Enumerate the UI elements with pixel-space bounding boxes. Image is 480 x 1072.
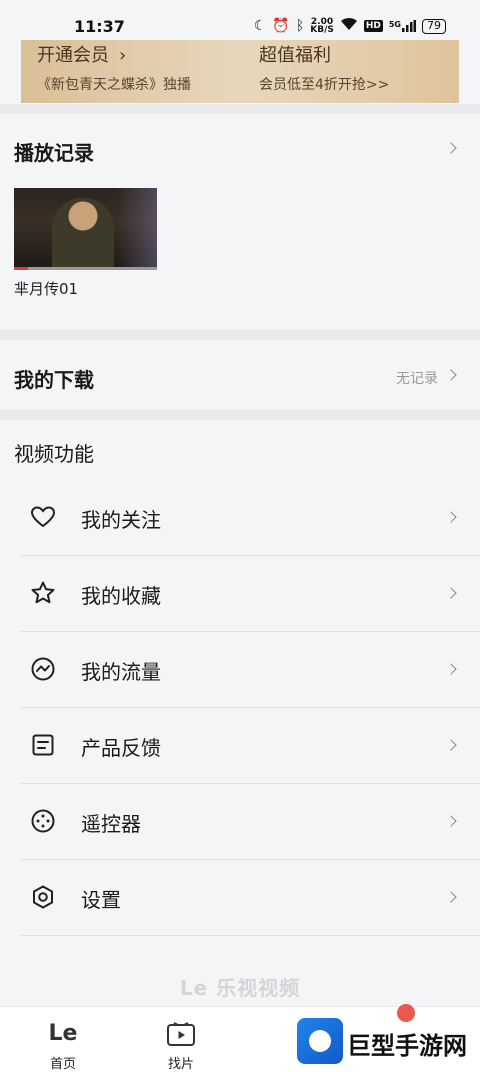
alarm-icon: ⏰	[272, 18, 290, 34]
history-item-label[interactable]: 芈月传01	[14, 278, 78, 299]
tab-find-film[interactable]: 找片	[133, 1007, 229, 1072]
bluetooth-icon: ᛒ	[295, 18, 305, 34]
section-divider	[0, 330, 480, 340]
functions-title: 视频功能	[14, 442, 94, 466]
tab-home[interactable]: Le 首页	[15, 1007, 111, 1072]
tab-label: 找片	[167, 1057, 194, 1072]
feedback-icon	[30, 732, 56, 758]
chevron-right-icon	[445, 739, 457, 751]
status-bar: 11:37 ☾ ⏰ ᛒ 2.00 KB/S HD 5G 79	[0, 0, 480, 40]
history-title[interactable]: 播放记录	[14, 137, 94, 166]
status-icons: ☾ ⏰ ᛒ 2.00 KB/S HD 5G 79	[254, 17, 446, 35]
remote-icon	[30, 808, 56, 834]
downloads-title[interactable]: 我的下载	[14, 364, 94, 393]
chevron-right-icon	[445, 511, 457, 523]
chevron-right-icon	[445, 891, 457, 903]
moon-icon: ☾	[253, 18, 267, 34]
menu-item-label: 我的关注	[81, 508, 161, 532]
signal-icon: 5G	[389, 20, 416, 32]
menu-item-favorites[interactable]: 我的收藏	[21, 556, 480, 632]
chevron-right-icon	[445, 815, 457, 827]
vip-benefits-subtitle: 会员低至4折开抢>>	[259, 77, 390, 93]
vip-join-title: 开通会员 ›	[37, 45, 127, 66]
history-item-thumbnail[interactable]	[14, 188, 157, 270]
brand-logo-icon	[297, 1018, 343, 1064]
chevron-right-icon	[445, 663, 457, 675]
section-divider	[0, 104, 480, 114]
vip-banner[interactable]: 开通会员 › 《新包青天之蝶杀》独播 超值福利 会员低至4折开抢>>	[21, 40, 459, 103]
wifi-icon	[340, 17, 358, 35]
star-icon	[30, 580, 56, 606]
le-logo-icon: Le	[48, 1021, 78, 1046]
menu-item-feedback[interactable]: 产品反馈	[21, 708, 480, 784]
menu-item-label: 我的收藏	[81, 584, 161, 608]
net-speed-unit: KB/S	[310, 25, 334, 35]
menu-item-label: 产品反馈	[81, 736, 161, 760]
history-progress-bar	[14, 267, 157, 270]
history-progress-fill	[14, 267, 29, 270]
menu-item-label: 我的流量	[81, 660, 161, 684]
menu-item-traffic[interactable]: 我的流量	[21, 632, 480, 708]
notification-dot	[397, 1004, 415, 1022]
menu-item-follow[interactable]: 我的关注	[21, 480, 480, 556]
downloads-status: 无记录	[396, 371, 438, 387]
menu-item-label: 遥控器	[81, 812, 141, 836]
menu-item-settings[interactable]: 设置	[21, 860, 480, 936]
menu-item-label: 设置	[81, 888, 121, 912]
menu-item-remote[interactable]: 遥控器	[21, 784, 480, 860]
chevron-right-icon	[445, 587, 457, 599]
history-chevron-icon[interactable]	[445, 142, 457, 154]
tab-label: 首页	[49, 1057, 76, 1072]
settings-icon	[30, 884, 56, 910]
traffic-icon	[30, 656, 56, 682]
vip-benefits-title: 超值福利	[259, 45, 331, 66]
status-time: 11:37	[74, 17, 125, 36]
brand-watermark: Le 乐视视频	[179, 976, 301, 1000]
brand-name: 巨型手游网	[347, 1032, 467, 1060]
chevron-right-icon: ›	[119, 45, 127, 66]
network-speed: 2.00 KB/S	[310, 18, 334, 35]
heart-icon	[30, 504, 56, 530]
film-icon	[166, 1021, 196, 1047]
battery-icon: 79	[422, 18, 446, 34]
downloads-chevron-icon[interactable]	[445, 369, 457, 381]
vip-benefits[interactable]: 超值福利 会员低至4折开抢>>	[259, 40, 389, 94]
section-divider	[0, 410, 480, 420]
brand-overlay: 巨型手游网	[285, 1004, 480, 1072]
thumbnail-backlight	[117, 188, 157, 270]
hd-badge: HD	[363, 20, 383, 32]
signal-label: 5G	[388, 20, 401, 29]
vip-join[interactable]: 开通会员 › 《新包青天之蝶杀》独播	[37, 40, 191, 94]
thumbnail-figure	[52, 198, 114, 270]
vip-join-subtitle: 《新包青天之蝶杀》独播	[37, 77, 191, 93]
